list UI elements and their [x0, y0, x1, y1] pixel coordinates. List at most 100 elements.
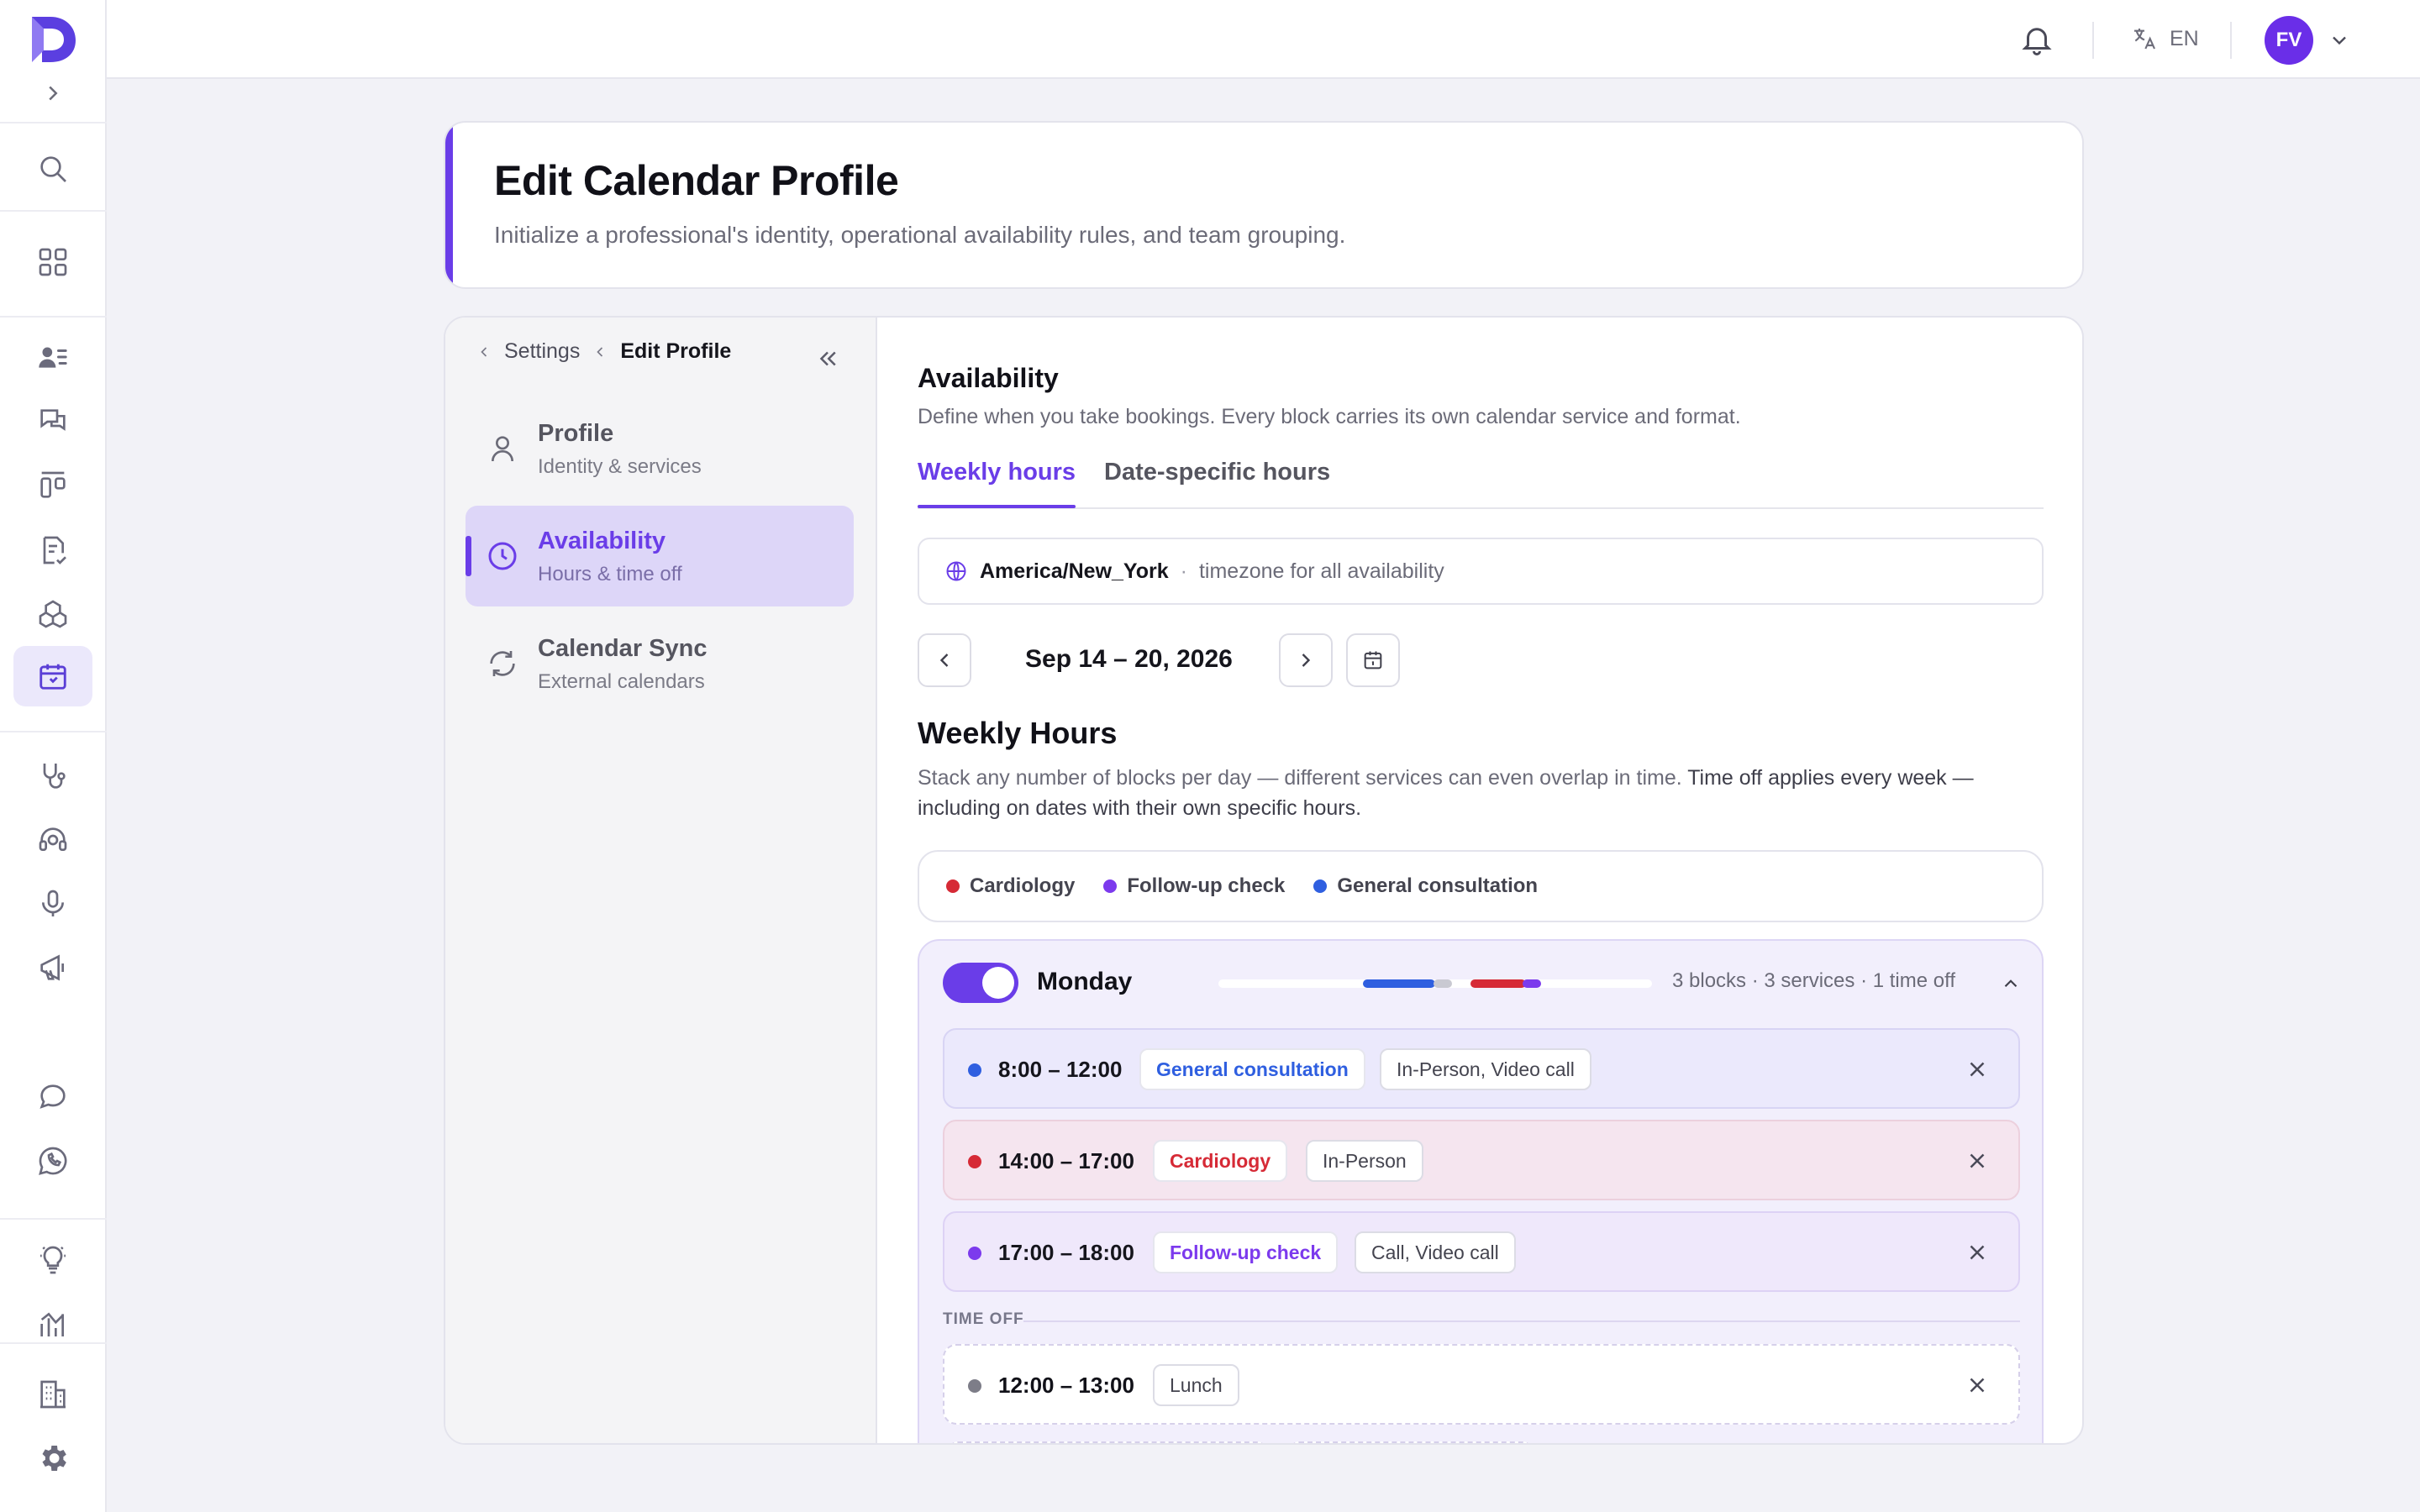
globe-icon [946, 561, 966, 581]
add-time-off-button[interactable] [1289, 1441, 1533, 1443]
calendar-picker-button[interactable] [1346, 633, 1400, 687]
chevron-up-icon[interactable] [2000, 973, 2022, 995]
task-list-icon[interactable] [32, 529, 74, 571]
weekly-hours-title: Weekly Hours [918, 716, 1118, 750]
time-off-block[interactable]: 12:00 – 13:00 Lunch [943, 1344, 2020, 1425]
time-off-divider [1023, 1320, 2020, 1322]
block-time: 14:00 – 17:00 [998, 1148, 1134, 1173]
service-pill[interactable]: Cardiology [1153, 1140, 1288, 1182]
user-avatar[interactable]: FV [2265, 16, 2313, 65]
breadcrumb: Settings Edit Profile [476, 339, 731, 364]
tab-bar: Weekly hours Date-specific hours [918, 459, 2044, 509]
analytics-icon[interactable] [32, 1303, 74, 1345]
tab-weekly-hours[interactable]: Weekly hours [918, 459, 1076, 508]
section-description: Define when you take bookings. Every blo… [918, 405, 1741, 428]
app-logo[interactable] [27, 13, 79, 66]
block-dot [968, 1063, 981, 1077]
availability-block[interactable]: 8:00 – 12:00 General consultation In-Per… [943, 1028, 2020, 1109]
settings-gear-icon[interactable] [32, 1437, 74, 1479]
kanban-icon[interactable] [32, 465, 74, 507]
notifications-bell-icon[interactable] [2019, 22, 2054, 57]
packages-icon[interactable] [32, 593, 74, 635]
services-legend: Cardiology Follow-up check General consu… [918, 850, 2044, 922]
search-icon[interactable] [32, 148, 74, 190]
settings-nav-panel: Settings Edit Profile Profile Identity &… [445, 318, 877, 1443]
legend-item: General consultation [1313, 874, 1538, 898]
divider [0, 1218, 107, 1220]
day-name: Monday [1037, 968, 1133, 995]
weekly-hours-description: Stack any number of blocks per day — dif… [918, 763, 2044, 823]
chevron-left-icon [597, 346, 603, 357]
page-title: Edit Calendar Profile [494, 157, 899, 204]
settings-card: Settings Edit Profile Profile Identity &… [444, 316, 2084, 1445]
format-pill[interactable]: In-Person [1306, 1140, 1423, 1182]
language-switcher[interactable]: EN [2131, 25, 2199, 52]
collapse-panel-icon[interactable] [815, 346, 840, 371]
breadcrumb-settings-link[interactable]: Settings [504, 339, 580, 364]
nav-item-availability[interactable]: Availability Hours & time off [466, 506, 854, 606]
top-bar [107, 0, 2420, 79]
add-block-button[interactable] [948, 1441, 1267, 1443]
page-subtitle: Initialize a professional's identity, op… [494, 222, 1346, 248]
chevron-right-icon[interactable] [40, 81, 66, 106]
time-off-label-pill[interactable]: Lunch [1153, 1364, 1239, 1406]
chat-bubbles-icon[interactable] [32, 401, 74, 443]
next-week-button[interactable] [1279, 633, 1333, 687]
breadcrumb-current: Edit Profile [620, 339, 732, 363]
block-dot [968, 1379, 981, 1393]
block-time: 8:00 – 12:00 [998, 1057, 1123, 1082]
building-icon[interactable] [32, 1373, 74, 1415]
day-enabled-toggle[interactable] [943, 963, 1018, 1003]
service-pill[interactable]: General consultation [1139, 1048, 1365, 1090]
nav-item-subtitle: External calendars [538, 670, 705, 693]
refresh-icon [490, 651, 515, 676]
chevron-left-icon [939, 654, 949, 667]
availability-block[interactable]: 14:00 – 17:00 Cardiology In-Person [943, 1120, 2020, 1200]
user-icon [492, 436, 513, 462]
translate-icon [2134, 29, 2155, 50]
timezone-note: timezone for all availability [1198, 559, 1444, 583]
remove-block-icon[interactable] [1965, 1148, 1990, 1173]
calendar-nav-icon[interactable] [13, 646, 92, 706]
support-agent-icon[interactable] [32, 819, 74, 861]
remove-block-icon[interactable] [1965, 1240, 1990, 1265]
chat-icon[interactable] [32, 1076, 74, 1118]
timeline-segment-cardiology [1470, 979, 1526, 988]
stethoscope-icon[interactable] [32, 755, 74, 797]
nav-item-profile[interactable]: Profile Identity & services [466, 398, 854, 499]
format-pill[interactable]: In-Person, Video call [1380, 1048, 1591, 1090]
remove-block-icon[interactable] [1965, 1057, 1990, 1082]
contacts-icon[interactable] [32, 337, 74, 379]
format-pill[interactable]: Call, Video call [1355, 1231, 1516, 1273]
availability-block[interactable]: 17:00 – 18:00 Follow-up check Call, Vide… [943, 1211, 2020, 1292]
timeline-segment-general [1363, 979, 1435, 988]
microphone-icon[interactable] [32, 883, 74, 925]
whatsapp-icon[interactable] [32, 1140, 74, 1182]
calendar-icon [1364, 651, 1382, 669]
remove-time-off-icon[interactable] [1965, 1373, 1990, 1398]
block-dot [968, 1155, 981, 1168]
nav-item-calendar-sync[interactable]: Calendar Sync External calendars [466, 613, 854, 714]
timeline-segment-followup [1523, 979, 1541, 988]
divider [0, 1342, 107, 1344]
legend-item: Follow-up check [1103, 874, 1285, 898]
timezone-selector[interactable]: America/New_York · timezone for all avai… [918, 538, 2044, 605]
megaphone-icon[interactable] [32, 947, 74, 989]
weekly-hours-description-a: Stack any number of blocks per day — dif… [918, 766, 1688, 790]
prev-week-button[interactable] [918, 633, 971, 687]
chevron-left-icon[interactable] [476, 344, 492, 360]
day-card-monday: Monday 3 blocks · 3 services · 1 time of… [918, 939, 2044, 1443]
legend-swatch [946, 879, 960, 893]
service-pill[interactable]: Follow-up check [1153, 1231, 1339, 1273]
legend-label: General consultation [1337, 874, 1539, 897]
chevron-down-icon[interactable] [2328, 29, 2351, 52]
divider [0, 316, 107, 318]
lightbulb-icon[interactable] [32, 1239, 74, 1281]
block-time: 17:00 – 18:00 [998, 1240, 1134, 1265]
dashboard-grid-icon[interactable] [32, 241, 74, 283]
chevron-right-icon [1302, 654, 1311, 667]
day-summary: 3 blocks · 3 services · 1 time off [1672, 969, 1956, 992]
tab-date-specific-hours[interactable]: Date-specific hours [1104, 459, 1330, 486]
nav-item-subtitle: Identity & services [538, 455, 702, 478]
block-time: 12:00 – 13:00 [998, 1373, 1134, 1398]
